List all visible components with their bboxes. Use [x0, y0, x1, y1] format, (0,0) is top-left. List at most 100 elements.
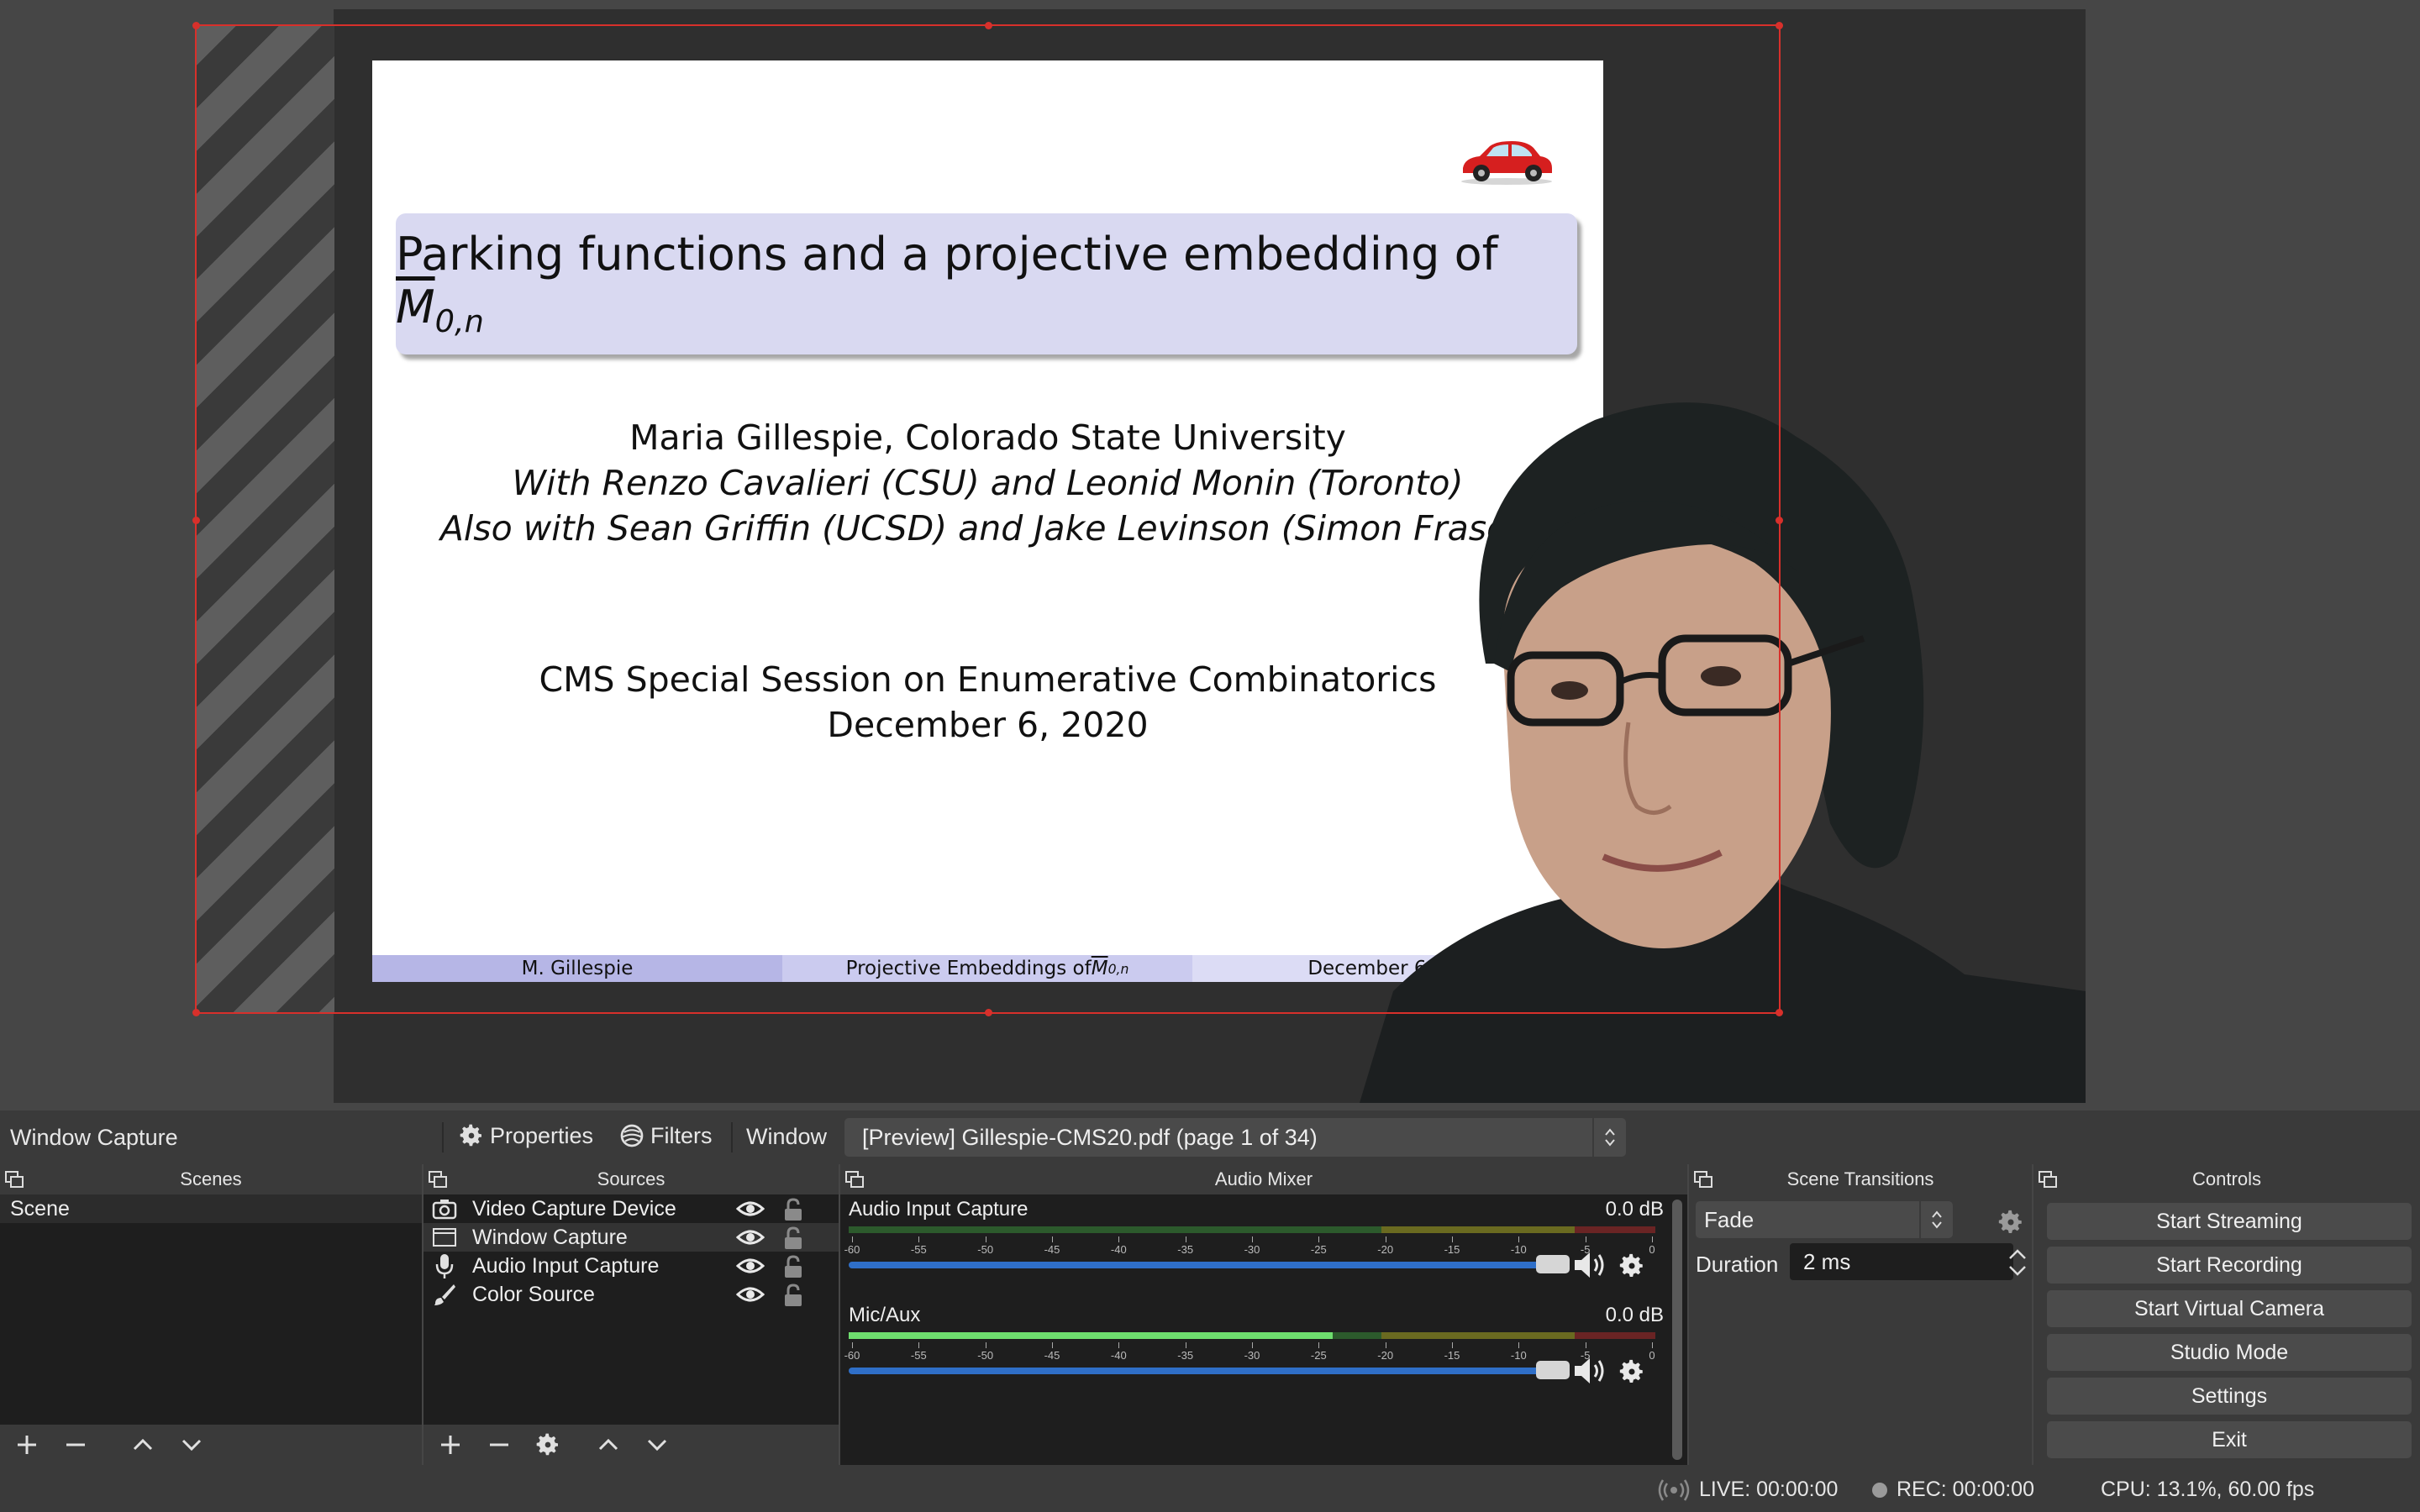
properties-button[interactable]: Properties [458, 1122, 593, 1149]
microphone-icon [435, 1254, 454, 1278]
source-item[interactable]: Window Capture [424, 1223, 839, 1252]
mixer-scrollbar[interactable] [1672, 1200, 1682, 1460]
lock-icon[interactable] [783, 1284, 803, 1307]
mixer-channel: Mic/Aux 0.0 dB -60 -55 -50 -45 -40 -35 -30 -25 -… [840, 1300, 1664, 1401]
gear-icon[interactable] [1618, 1357, 1646, 1386]
scene-item[interactable]: Scene [0, 1194, 422, 1223]
rec-timer: REC: 00:00:00 [1897, 1478, 2034, 1501]
car-icon [1461, 141, 1552, 185]
add-source-button[interactable] [434, 1428, 467, 1462]
meter-tick-label: -50 [977, 1243, 994, 1256]
move-source-up-button[interactable] [592, 1428, 625, 1462]
meter-tick-label: -20 [1377, 1243, 1394, 1256]
source-item[interactable]: Audio Input Capture [424, 1252, 839, 1280]
spinner-arrows-icon[interactable] [2007, 1245, 2028, 1280]
channel-name: Mic/Aux [849, 1304, 921, 1326]
move-scene-up-button[interactable] [126, 1428, 160, 1462]
add-scene-button[interactable] [10, 1428, 44, 1462]
meter-tick-label: -55 [910, 1349, 927, 1362]
lock-icon[interactable] [783, 1226, 803, 1250]
plus-icon [441, 1436, 460, 1454]
lock-icon[interactable] [783, 1255, 803, 1278]
visibility-eye-icon[interactable] [736, 1284, 765, 1305]
speaker-icon[interactable] [1573, 1250, 1612, 1280]
studio-mode-button[interactable]: Studio Mode [2047, 1334, 2412, 1371]
meter-tick [852, 1236, 853, 1242]
source-label: Audio Input Capture [472, 1253, 660, 1278]
window-select-value: [Preview] Gillespie-CMS20.pdf (page 1 of… [862, 1124, 1318, 1150]
transition-select-value: Fade [1704, 1206, 1754, 1232]
brush-icon [434, 1284, 455, 1305]
meter-tick-label: -15 [1444, 1349, 1460, 1362]
window-label: Window [746, 1124, 828, 1149]
volume-slider-handle[interactable] [1536, 1361, 1570, 1379]
meter-level [849, 1332, 1333, 1339]
start-recording-button[interactable]: Start Recording [2047, 1247, 2412, 1284]
footer-title: Projective Embeddings of M 0,n [782, 955, 1192, 982]
preview-area[interactable]: Parking functions and a projective embed… [0, 0, 2420, 1110]
meter-tick-label: -60 [844, 1349, 860, 1362]
audio-mixer-dock: Audio Mixer Audio Input Capture 0.0 dB -… [840, 1164, 1687, 1465]
exit-button[interactable]: Exit [2047, 1421, 2412, 1458]
visibility-eye-icon[interactable] [736, 1256, 765, 1276]
move-source-down-button[interactable] [640, 1428, 674, 1462]
live-status: LIVE: 00:00:00 [1657, 1478, 1838, 1502]
duration-label: Duration [1696, 1252, 1779, 1277]
move-scene-down-button[interactable] [175, 1428, 208, 1462]
remove-scene-button[interactable] [59, 1428, 92, 1462]
meter-tick [1518, 1342, 1520, 1348]
meter-tick-label: -60 [844, 1243, 860, 1256]
webcam-video [1360, 402, 2086, 1103]
gear-icon[interactable] [1996, 1208, 2025, 1236]
volume-slider-handle[interactable] [1536, 1255, 1570, 1273]
rec-status: REC: 00:00:00 [1871, 1478, 2034, 1502]
filters-icon [620, 1124, 644, 1147]
source-item[interactable]: Video Capture Device [424, 1194, 839, 1223]
meter-tick [1652, 1236, 1653, 1242]
lock-icon[interactable] [783, 1198, 803, 1221]
camera-icon [432, 1200, 457, 1220]
gear-icon[interactable] [1618, 1252, 1646, 1280]
visibility-eye-icon[interactable] [736, 1199, 765, 1219]
source-label: Window Capture [472, 1225, 628, 1249]
divider [442, 1122, 444, 1152]
channel-db: 0.0 dB [1605, 1304, 1664, 1326]
volume-slider[interactable] [849, 1262, 1567, 1268]
meter-tick-label: -35 [1177, 1243, 1194, 1256]
broadcast-icon [1658, 1478, 1690, 1501]
window-select[interactable]: [Preview] Gillespie-CMS20.pdf (page 1 of… [844, 1118, 1626, 1157]
source-properties-button[interactable] [531, 1428, 565, 1462]
start-virtual-camera-button[interactable]: Start Virtual Camera [2047, 1290, 2412, 1327]
meter-tick [1052, 1236, 1053, 1242]
meter-tick-label: -10 [1510, 1349, 1527, 1362]
meter-tick [1318, 1236, 1320, 1242]
meter-ticks: -60 -55 -50 -45 -40 -35 -30 -25 -20 -15 -10 -5 0 [844, 1342, 1655, 1362]
meter-tick-label: -30 [1244, 1243, 1260, 1256]
source-context-bar: Window Capture Properties Filters Window… [0, 1110, 2420, 1164]
source-label: Color Source [472, 1282, 595, 1306]
slide-title-symbol: M [396, 281, 435, 334]
settings-button[interactable]: Settings [2047, 1378, 2412, 1415]
source-item[interactable]: Color Source [424, 1280, 839, 1309]
meter-tick [1652, 1342, 1653, 1348]
visibility-eye-icon[interactable] [736, 1227, 765, 1247]
remove-source-button[interactable] [482, 1428, 516, 1462]
audio-mixer-body: Audio Input Capture 0.0 dB -60 -55 -50 -45 -… [840, 1194, 1687, 1465]
footer-title-symbol: M [1091, 958, 1108, 979]
meter-zone [1381, 1226, 1575, 1233]
speaker-icon[interactable] [1573, 1356, 1612, 1386]
sources-list: Video Capture Device Window Capture Audi… [424, 1194, 839, 1425]
meter-tick-label: -10 [1510, 1243, 1527, 1256]
start-streaming-button[interactable]: Start Streaming [2047, 1203, 2412, 1240]
sources-dock: Sources Video Capture Device Window Capt… [424, 1164, 839, 1465]
filters-button[interactable]: Filters [618, 1122, 713, 1149]
duration-input[interactable]: 2 ms [1790, 1243, 2013, 1280]
meter-tick [1452, 1342, 1453, 1348]
cpu-status: CPU: 13.1%, 60.00 fps [2101, 1478, 2315, 1501]
meter-tick-label: -40 [1110, 1243, 1127, 1256]
meter-tick [1052, 1342, 1053, 1348]
window-icon [433, 1228, 456, 1247]
transition-select[interactable]: Fade [1696, 1201, 1953, 1238]
volume-slider[interactable] [849, 1368, 1567, 1374]
divider [731, 1122, 733, 1152]
